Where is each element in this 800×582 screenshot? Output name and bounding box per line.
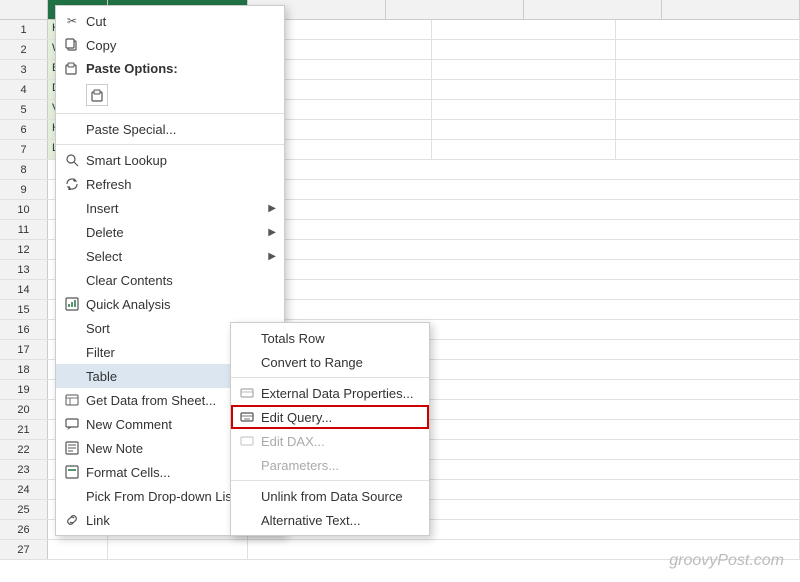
submenu-separator-2 <box>231 480 429 481</box>
paste-options-label: Paste Options: <box>56 57 284 80</box>
select-label: Select <box>86 249 122 264</box>
external-data-icon <box>239 385 255 401</box>
menu-item-cut[interactable]: ✂ Cut <box>56 9 284 33</box>
menu-item-smart-lookup[interactable]: Smart Lookup <box>56 148 284 172</box>
external-data-label: External Data Properties... <box>261 386 413 401</box>
new-comment-label: New Comment <box>86 417 172 432</box>
get-data-icon <box>64 392 80 408</box>
refresh-icon <box>64 176 80 192</box>
link-icon <box>64 512 80 528</box>
copy-icon <box>64 37 80 53</box>
col-header-5[interactable] <box>524 0 662 19</box>
quick-analysis-icon <box>64 296 80 312</box>
pick-dropdown-label: Pick From Drop-down List... <box>86 489 246 504</box>
menu-item-clear-contents[interactable]: Clear Contents <box>56 268 284 292</box>
table-label: Table <box>86 369 117 384</box>
paste-icon <box>86 84 108 106</box>
get-data-label: Get Data from Sheet... <box>86 393 216 408</box>
paste-special-label: Paste Special... <box>86 122 176 137</box>
format-cells-icon <box>64 464 80 480</box>
submenu-item-totals-row[interactable]: Totals Row <box>231 326 429 350</box>
menu-item-insert[interactable]: Insert ▶ <box>56 196 284 220</box>
menu-item-refresh[interactable]: Refresh <box>56 172 284 196</box>
submenu-item-edit-query[interactable]: Edit Query... <box>231 405 429 429</box>
alternative-text-label: Alternative Text... <box>261 513 360 528</box>
watermark: groovyPost.com <box>669 552 784 570</box>
link-label: Link <box>86 513 110 528</box>
new-note-label: New Note <box>86 441 143 456</box>
col-header-4[interactable] <box>386 0 524 19</box>
new-note-icon <box>64 440 80 456</box>
row-num-header <box>0 0 48 19</box>
edit-query-label: Edit Query... <box>261 410 332 425</box>
menu-item-quick-analysis[interactable]: Quick Analysis <box>56 292 284 316</box>
submenu-item-parameters[interactable]: Parameters... <box>231 453 429 477</box>
sort-label: Sort <box>86 321 110 336</box>
submenu-separator-1 <box>231 377 429 378</box>
submenu-item-unlink[interactable]: Unlink from Data Source <box>231 484 429 508</box>
delete-arrow: ▶ <box>268 227 276 238</box>
submenu-item-external-data[interactable]: External Data Properties... <box>231 381 429 405</box>
unlink-label: Unlink from Data Source <box>261 489 403 504</box>
menu-item-delete[interactable]: Delete ▶ <box>56 220 284 244</box>
insert-arrow: ▶ <box>268 203 276 214</box>
col-header-6[interactable] <box>662 0 800 19</box>
menu-item-select[interactable]: Select ▶ <box>56 244 284 268</box>
clear-contents-label: Clear Contents <box>86 273 173 288</box>
totals-row-label: Totals Row <box>261 331 325 346</box>
submenu-item-convert-range[interactable]: Convert to Range <box>231 350 429 374</box>
edit-dax-icon <box>239 433 255 449</box>
separator-2 <box>56 144 284 145</box>
select-arrow: ▶ <box>268 251 276 262</box>
paste-icon-row[interactable] <box>56 80 284 110</box>
table-submenu: Totals Row Convert to Range External Dat… <box>230 322 430 536</box>
edit-query-icon <box>239 409 255 425</box>
menu-item-paste-special[interactable]: Paste Special... <box>56 117 284 141</box>
cut-label: Cut <box>86 14 106 29</box>
menu-item-copy[interactable]: Copy <box>56 33 284 57</box>
quick-analysis-label: Quick Analysis <box>86 297 171 312</box>
refresh-label: Refresh <box>86 177 132 192</box>
separator-1 <box>56 113 284 114</box>
convert-range-label: Convert to Range <box>261 355 363 370</box>
insert-label: Insert <box>86 201 119 216</box>
delete-label: Delete <box>86 225 124 240</box>
cut-icon: ✂ <box>64 13 80 29</box>
submenu-item-alternative-text[interactable]: Alternative Text... <box>231 508 429 532</box>
smart-lookup-label: Smart Lookup <box>86 153 167 168</box>
edit-dax-label: Edit DAX... <box>261 434 325 449</box>
submenu-item-edit-dax[interactable]: Edit DAX... <box>231 429 429 453</box>
new-comment-icon <box>64 416 80 432</box>
format-cells-label: Format Cells... <box>86 465 171 480</box>
filter-label: Filter <box>86 345 115 360</box>
parameters-label: Parameters... <box>261 458 339 473</box>
smart-lookup-icon <box>64 152 80 168</box>
copy-label: Copy <box>86 38 116 53</box>
